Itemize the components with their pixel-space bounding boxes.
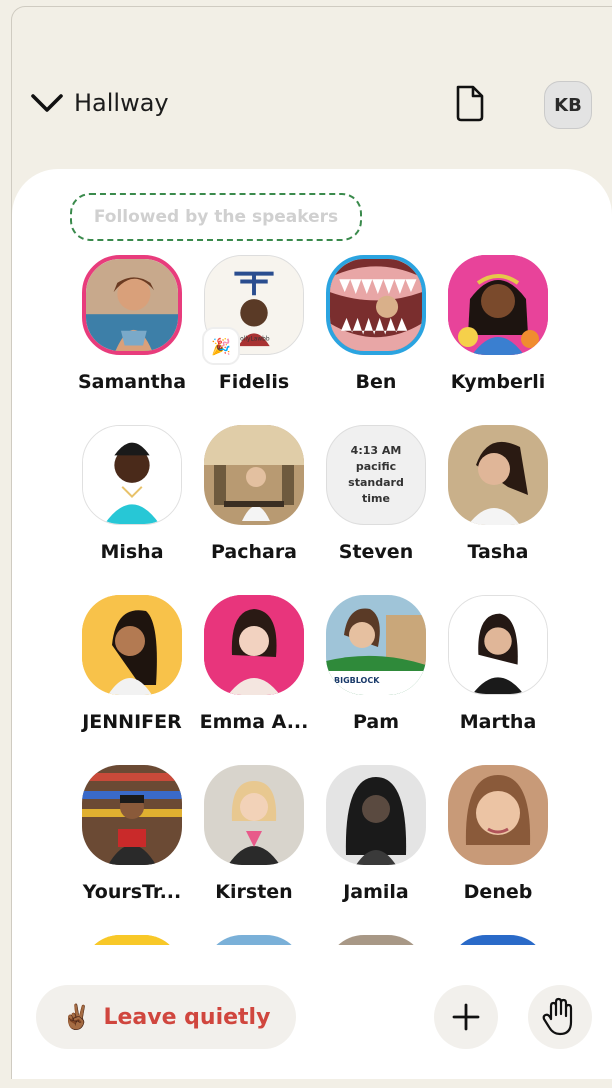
audience-member[interactable]: Ben: [316, 255, 436, 405]
leave-quietly-label: Leave quietly: [103, 1004, 271, 1030]
audience-sheet: Followed by the speakers Samantha JollyL…: [12, 169, 612, 1079]
avatar: [82, 595, 182, 695]
audience-member[interactable]: Pachara: [194, 425, 314, 575]
member-name: Pam: [352, 711, 400, 733]
avatar: [448, 425, 548, 525]
profile-avatar-button[interactable]: KB: [544, 81, 592, 129]
audience-member[interactable]: BIGBLOCK Pam: [316, 595, 436, 745]
audience-member[interactable]: Tasha: [438, 425, 558, 575]
room-title: Hallway: [74, 89, 169, 117]
svg-text:JollyLawbb: JollyLawbb: [237, 336, 269, 342]
member-name: Fidelis: [218, 371, 290, 393]
profile-initials: KB: [554, 94, 582, 116]
app-screen: Hallway KB Followed by the speakers Sama…: [11, 6, 612, 1079]
peace-hand-icon: ✌🏾: [61, 1003, 92, 1031]
member-name: Misha: [100, 541, 164, 563]
avatar: BIGBLOCK: [326, 595, 426, 695]
member-name: Kirsten: [215, 881, 293, 903]
audience-member[interactable]: Kymberli: [438, 255, 558, 405]
member-name: Kymberli: [450, 371, 546, 393]
leave-quietly-button[interactable]: ✌🏾 Leave quietly: [36, 985, 296, 1049]
svg-text:BIGBLOCK: BIGBLOCK: [334, 676, 380, 685]
avatar: [204, 425, 304, 525]
party-icon: 🎉: [202, 327, 240, 365]
chevron-down-icon: [31, 94, 63, 112]
raise-hand-icon: [542, 997, 573, 1036]
time-zone-text: standard: [348, 476, 404, 489]
top-bar: Hallway KB: [12, 7, 612, 177]
member-name: Steven: [338, 541, 414, 563]
member-name: Emma A...: [199, 711, 309, 733]
plus-icon: [452, 1003, 480, 1031]
member-name: Ben: [355, 371, 397, 393]
member-name: JENNIFER: [82, 711, 182, 733]
avatar: [82, 255, 182, 355]
member-name: Martha: [459, 711, 537, 733]
avatar: [204, 595, 304, 695]
audience-member[interactable]: Martha: [438, 595, 558, 745]
avatar: [82, 765, 182, 865]
member-name: Deneb: [463, 881, 533, 903]
audience-member[interactable]: JENNIFER: [72, 595, 192, 745]
room-collapse-button[interactable]: Hallway: [30, 83, 169, 123]
audience-member[interactable]: 4:13 AM pacific standard time Steven: [316, 425, 436, 575]
audience-member[interactable]: Kirsten: [194, 765, 314, 915]
member-name: Tasha: [467, 541, 529, 563]
time-zone-text: pacific: [355, 460, 397, 473]
member-name: YoursTr...: [82, 881, 182, 903]
avatar: [448, 595, 548, 695]
time-text: 4:13 AM: [350, 444, 402, 457]
audience-member[interactable]: JollyLawbb 🎉 Fidelis: [194, 255, 314, 405]
avatar: [82, 425, 182, 525]
avatar: [448, 765, 548, 865]
audience-member[interactable]: YoursTr...: [72, 765, 192, 915]
audience-member[interactable]: Misha: [72, 425, 192, 575]
avatar: [204, 765, 304, 865]
time-zone-text: time: [362, 492, 390, 505]
avatar: [448, 255, 548, 355]
add-button[interactable]: [434, 985, 498, 1049]
member-name: Samantha: [77, 371, 187, 393]
avatar: [326, 255, 426, 355]
section-label: Followed by the speakers: [70, 193, 362, 241]
audience-member[interactable]: Emma A...: [194, 595, 314, 745]
audience-member[interactable]: Deneb: [438, 765, 558, 915]
member-name: Pachara: [210, 541, 298, 563]
document-icon[interactable]: [452, 83, 488, 123]
member-name: Jamila: [343, 881, 409, 903]
audience-member[interactable]: Samantha: [72, 255, 192, 405]
time-card: 4:13 AM pacific standard time: [326, 425, 426, 525]
avatar: [326, 765, 426, 865]
raise-hand-button[interactable]: [528, 985, 592, 1049]
audience-member[interactable]: Jamila: [316, 765, 436, 915]
